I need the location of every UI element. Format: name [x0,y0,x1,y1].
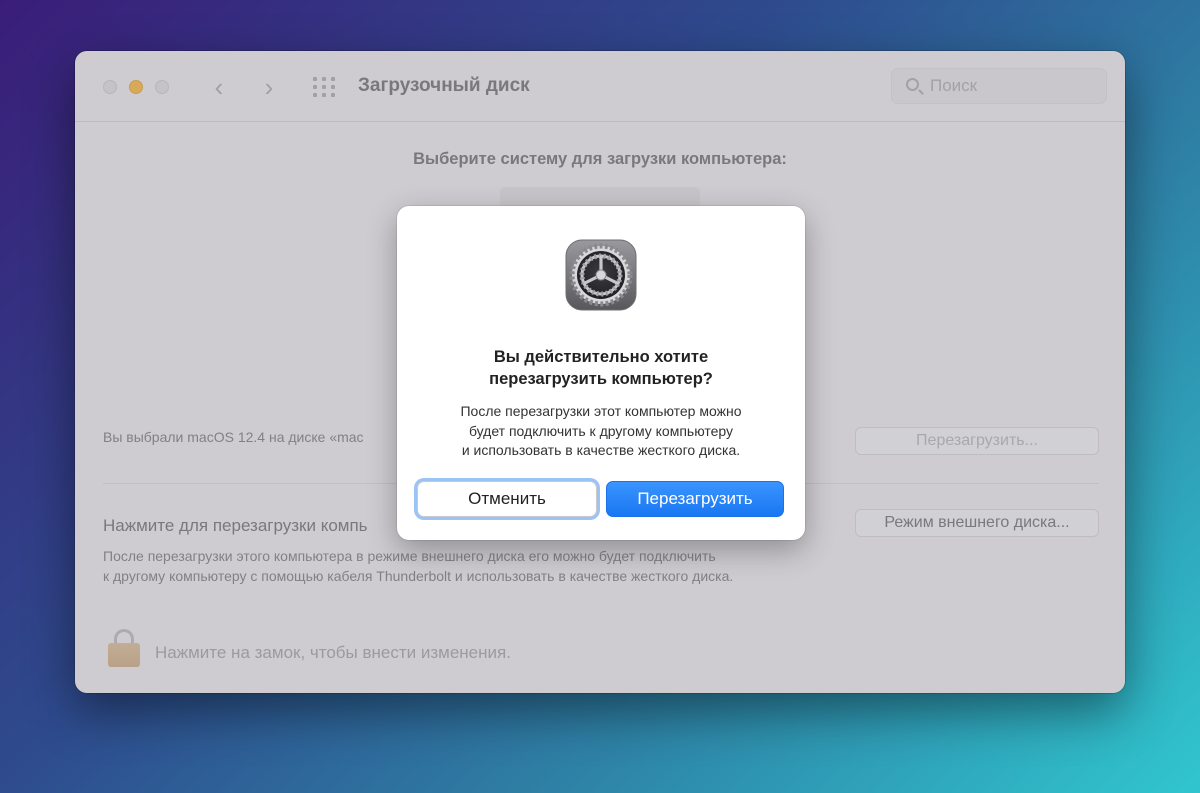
dialog-message: После перезагрузки этот компьютер можно … [417,402,785,461]
system-preferences-gear-icon [565,239,637,311]
dialog-title: Вы действительно хотите перезагрузить ко… [417,346,785,390]
dialog-message-line-1: После перезагрузки этот компьютер можно [460,403,742,419]
dialog-message-line-3: и использовать в качестве жесткого диска… [461,442,741,458]
confirm-restart-button[interactable]: Перезагрузить [606,481,784,517]
dialog-title-line-1: Вы действительно хотите [493,348,709,366]
cancel-button[interactable]: Отменить [417,481,597,517]
dialog-title-line-2: перезагрузить компьютер? [489,370,713,388]
dialog-message-line-2: будет подключить к другому компьютеру [468,422,734,439]
restart-confirm-dialog: Вы действительно хотите перезагрузить ко… [397,206,805,540]
